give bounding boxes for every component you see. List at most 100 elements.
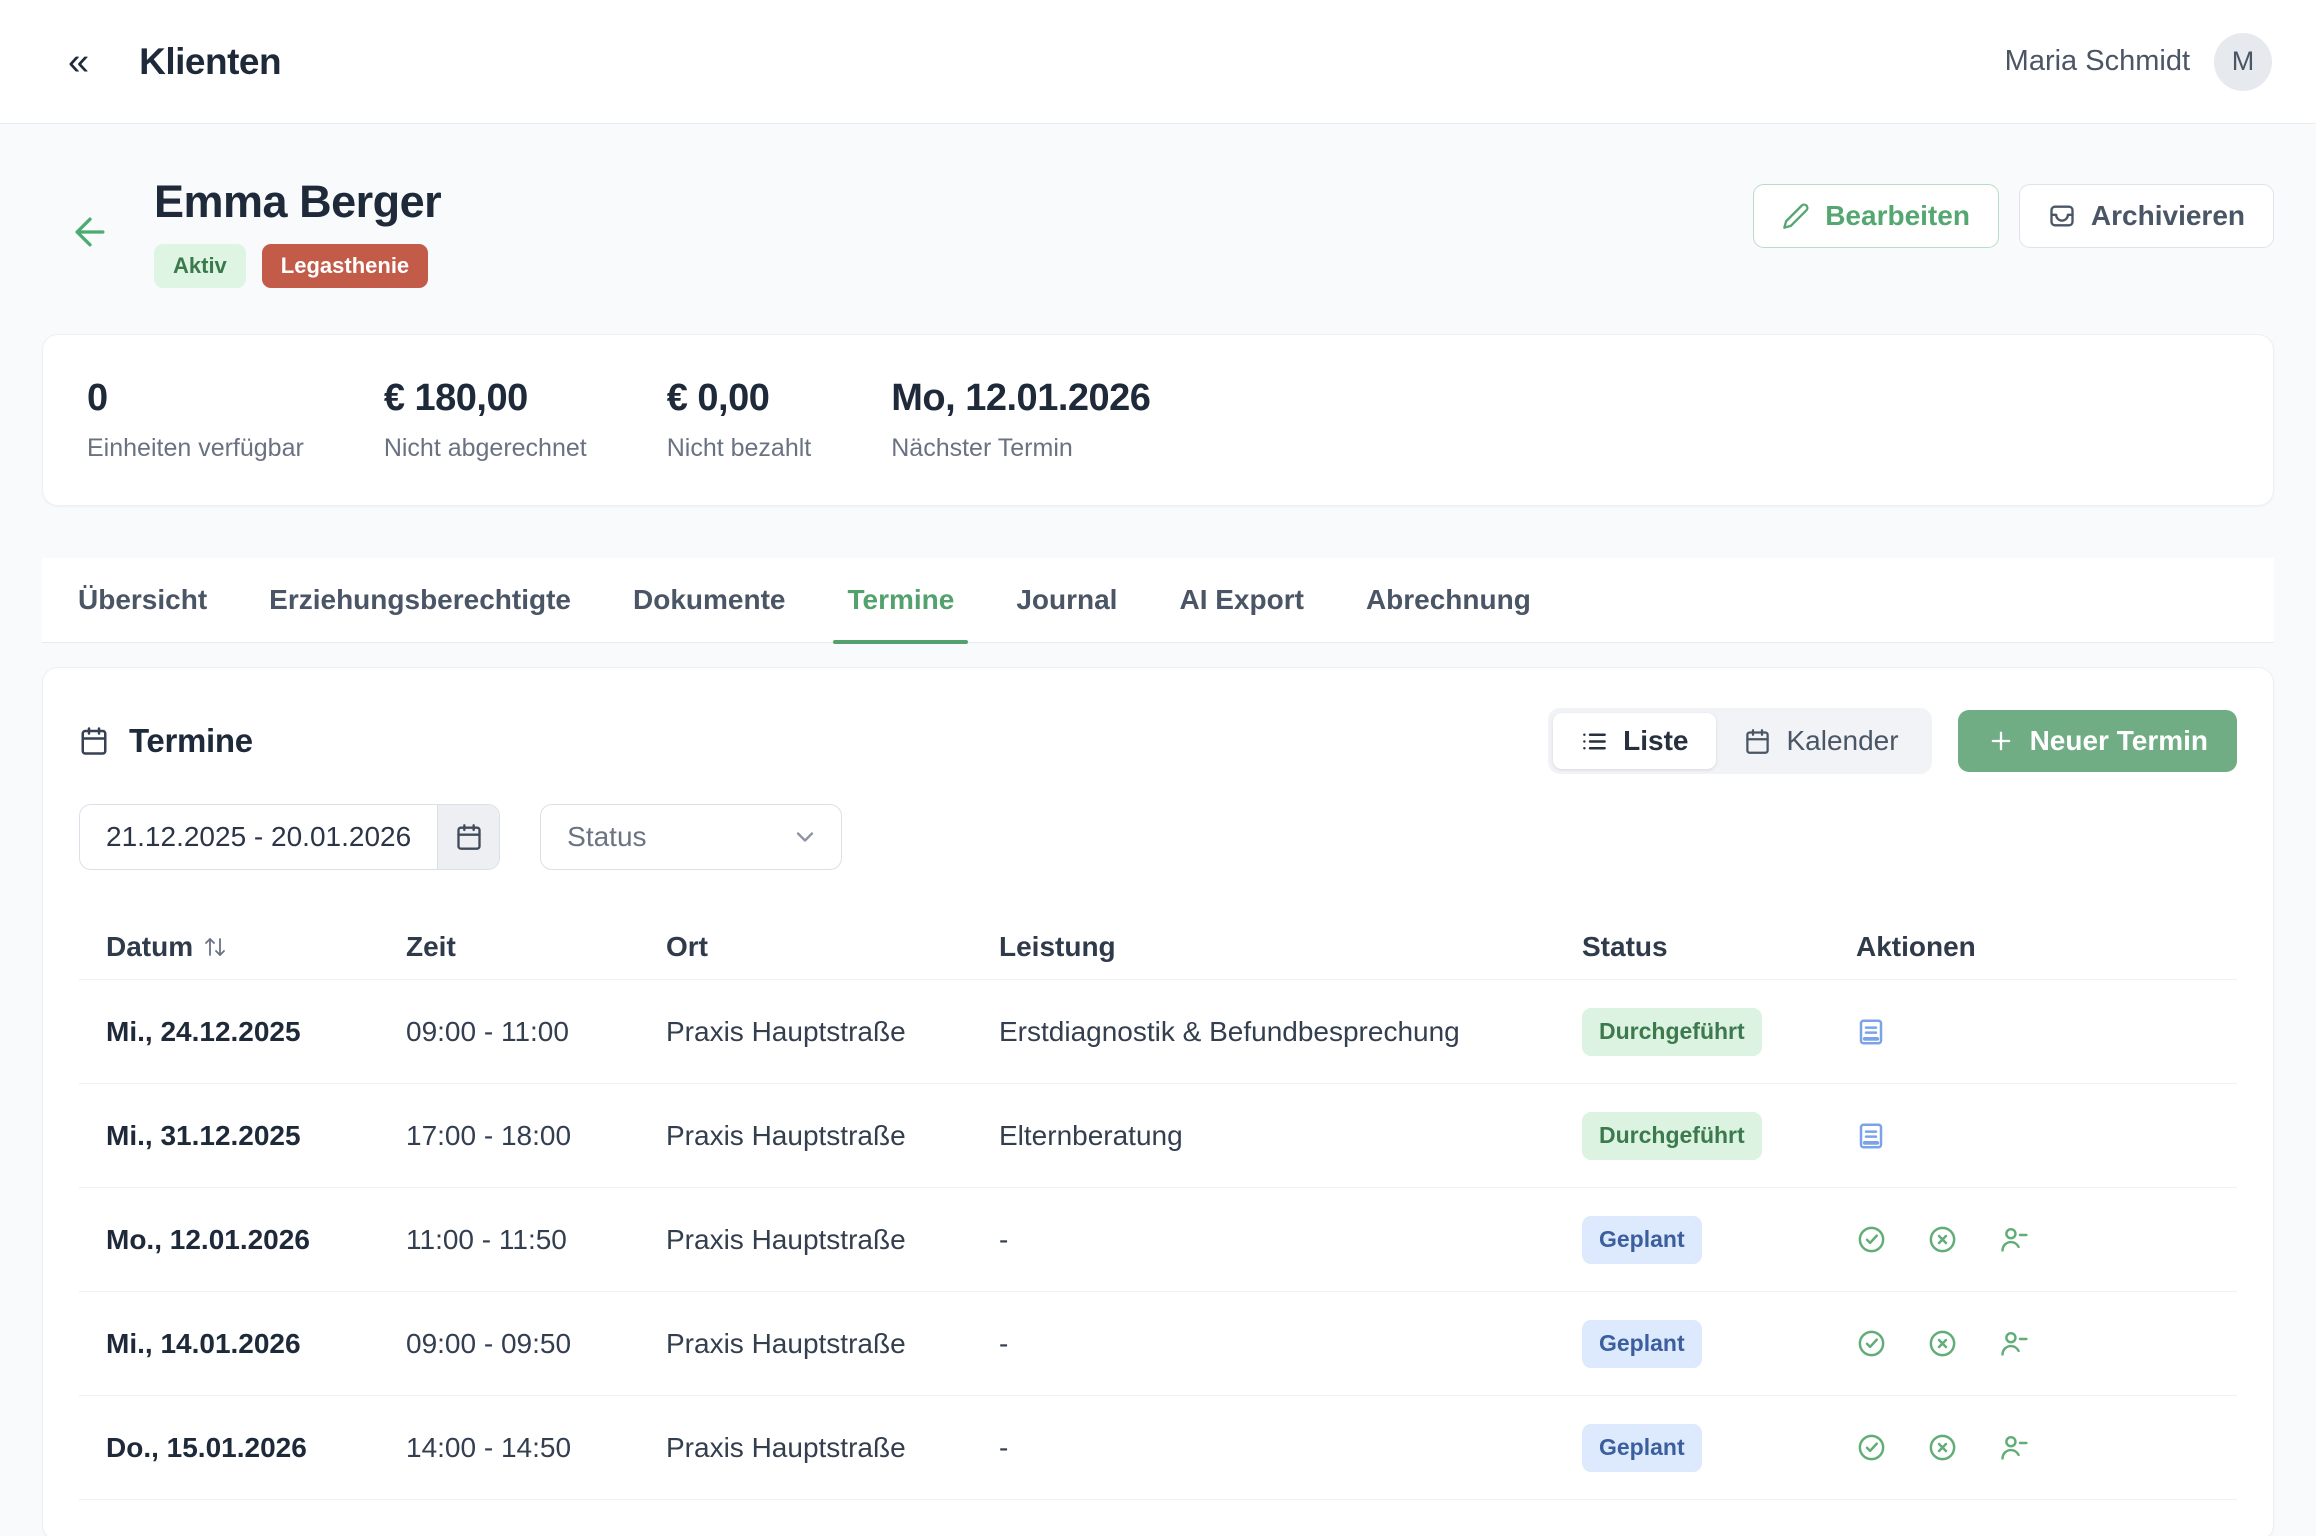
status-badge: Geplant <box>1582 1320 1702 1368</box>
table-row: Mi., 24.12.2025 09:00 - 11:00 Praxis Hau… <box>79 980 2237 1084</box>
view-toggle-calendar-label: Kalender <box>1786 725 1898 757</box>
table-header: Datum Zeit Ort Leistung Status Aktionen <box>79 914 2237 980</box>
cell-time: 14:00 - 14:50 <box>406 1432 666 1464</box>
cell-time: 17:00 - 18:00 <box>406 1120 666 1152</box>
status-badge: Durchgeführt <box>1582 1008 1762 1056</box>
cell-date: Do., 15.01.2026 <box>106 1432 406 1464</box>
archive-button[interactable]: Archivieren <box>2019 184 2274 248</box>
top-header: « Klienten Maria Schmidt M <box>0 0 2316 124</box>
mark-done-button[interactable] <box>1856 1328 1887 1359</box>
tab-termine[interactable]: Termine <box>847 558 954 642</box>
cell-status: Durchgeführt <box>1582 1112 1856 1160</box>
mark-absent-button[interactable] <box>1998 1432 2029 1463</box>
cell-actions <box>1856 1224 2237 1255</box>
back-button[interactable] <box>68 210 112 254</box>
mark-done-button[interactable] <box>1856 1432 1887 1463</box>
cell-status: Geplant <box>1582 1424 1856 1472</box>
circle-check-icon <box>1856 1432 1887 1463</box>
column-header-datum[interactable]: Datum <box>106 931 406 963</box>
view-toggle-list-label: Liste <box>1623 725 1688 757</box>
cell-service: - <box>999 1224 1582 1256</box>
tab-dokumente[interactable]: Dokumente <box>633 558 785 642</box>
mark-done-button[interactable] <box>1856 1224 1887 1255</box>
cell-service: Erstdiagnostik & Befundbesprechung <box>999 1016 1582 1048</box>
app: « Klienten Maria Schmidt M Emma Berger A… <box>0 0 2316 1536</box>
cell-date: Mo., 12.01.2026 <box>106 1224 406 1256</box>
stat-label: Einheiten verfügbar <box>87 434 304 463</box>
new-appointment-label: Neuer Termin <box>2030 725 2208 757</box>
client-info: Emma Berger Aktiv Legasthenie <box>154 176 441 288</box>
stat-label: Nicht abgerechnet <box>384 434 587 463</box>
journal-button[interactable] <box>1856 1017 1886 1047</box>
cancel-button[interactable] <box>1927 1432 1958 1463</box>
status-badge: Geplant <box>1582 1216 1702 1264</box>
circle-check-icon <box>1856 1224 1887 1255</box>
view-toggle-list[interactable]: Liste <box>1553 713 1716 769</box>
mark-absent-button[interactable] <box>1998 1224 2029 1255</box>
cell-status: Geplant <box>1582 1216 1856 1264</box>
cell-actions <box>1856 1432 2237 1463</box>
column-header-ort: Ort <box>666 931 999 963</box>
tab-erziehungsberechtigte[interactable]: Erziehungsberechtigte <box>269 558 571 642</box>
stats-card: 0 Einheiten verfügbar € 180,00 Nicht abg… <box>42 334 2274 506</box>
stat-value: Mo, 12.01.2026 <box>891 377 1150 420</box>
user-name: Maria Schmidt <box>2005 45 2190 78</box>
cell-location: Praxis Hauptstraße <box>666 1016 999 1048</box>
stat-value: € 0,00 <box>667 377 812 420</box>
cell-actions <box>1856 1017 2237 1047</box>
page-title: Klienten <box>139 41 281 83</box>
stat-item: € 0,00 Nicht bezahlt <box>667 377 812 463</box>
cancel-button[interactable] <box>1927 1224 1958 1255</box>
column-header-label: Aktionen <box>1856 931 1976 963</box>
avatar[interactable]: M <box>2214 33 2272 91</box>
cell-actions <box>1856 1121 2237 1151</box>
stat-item: € 180,00 Nicht abgerechnet <box>384 377 587 463</box>
cell-service: - <box>999 1328 1582 1360</box>
circle-check-icon <box>1856 1328 1887 1359</box>
cell-status: Geplant <box>1582 1320 1856 1368</box>
main-content: Emma Berger Aktiv Legasthenie Bearbeiten <box>0 176 2316 1536</box>
new-appointment-button[interactable]: Neuer Termin <box>1958 710 2237 772</box>
client-badges: Aktiv Legasthenie <box>154 244 441 288</box>
appointments-header: Termine Liste <box>79 708 2237 774</box>
cell-date: Mi., 24.12.2025 <box>106 1016 406 1048</box>
cell-service: Elternberatung <box>999 1120 1582 1152</box>
cell-time: 09:00 - 11:00 <box>406 1016 666 1048</box>
stat-value: € 180,00 <box>384 377 587 420</box>
section-title: Termine <box>129 722 253 760</box>
circle-x-icon <box>1927 1328 1958 1359</box>
view-toggle-calendar[interactable]: Kalender <box>1716 713 1926 769</box>
stat-item: Mo, 12.01.2026 Nächster Termin <box>891 377 1150 463</box>
appointments-controls: Liste Kalender Neuer Term <box>1548 708 2237 774</box>
cancel-button[interactable] <box>1927 1328 1958 1359</box>
user-minus-icon <box>1998 1224 2029 1255</box>
date-range-picker[interactable]: 21.12.2025 - 20.01.2026 <box>79 804 500 870</box>
status-filter[interactable]: Status <box>540 804 842 870</box>
edit-button[interactable]: Bearbeiten <box>1753 184 1999 248</box>
tab-abrechnung[interactable]: Abrechnung <box>1366 558 1531 642</box>
view-toggle: Liste Kalender <box>1548 708 1931 774</box>
cell-time: 11:00 - 11:50 <box>406 1224 666 1256</box>
tab-journal[interactable]: Journal <box>1016 558 1117 642</box>
date-range-calendar-button[interactable] <box>437 805 499 869</box>
plus-icon <box>1987 727 2015 755</box>
cell-location: Praxis Hauptstraße <box>666 1432 999 1464</box>
tabs: Übersicht Erziehungsberechtigte Dokumente T… <box>42 558 2274 643</box>
table-row: Do., 15.01.2026 14:00 - 14:50 Praxis Hau… <box>79 1396 2237 1500</box>
tab-ai-export[interactable]: AI Export <box>1179 558 1303 642</box>
appointments-title: Termine <box>79 722 253 760</box>
column-header-status: Status <box>1582 931 1856 963</box>
mark-absent-button[interactable] <box>1998 1328 2029 1359</box>
cell-status: Durchgeführt <box>1582 1008 1856 1056</box>
column-header-label: Ort <box>666 931 708 963</box>
journal-button[interactable] <box>1856 1121 1886 1151</box>
tab--bersicht[interactable]: Übersicht <box>78 558 207 642</box>
status-filter-placeholder: Status <box>567 821 646 853</box>
table-row: Mo., 12.01.2026 11:00 - 11:50 Praxis Hau… <box>79 1188 2237 1292</box>
sort-icon[interactable] <box>203 935 227 959</box>
cell-location: Praxis Hauptstraße <box>666 1328 999 1360</box>
journal-icon <box>1856 1121 1886 1151</box>
list-icon <box>1581 728 1608 755</box>
table-row: Mi., 14.01.2026 09:00 - 09:50 Praxis Hau… <box>79 1292 2237 1396</box>
sidebar-collapse-button[interactable]: « <box>64 43 93 81</box>
